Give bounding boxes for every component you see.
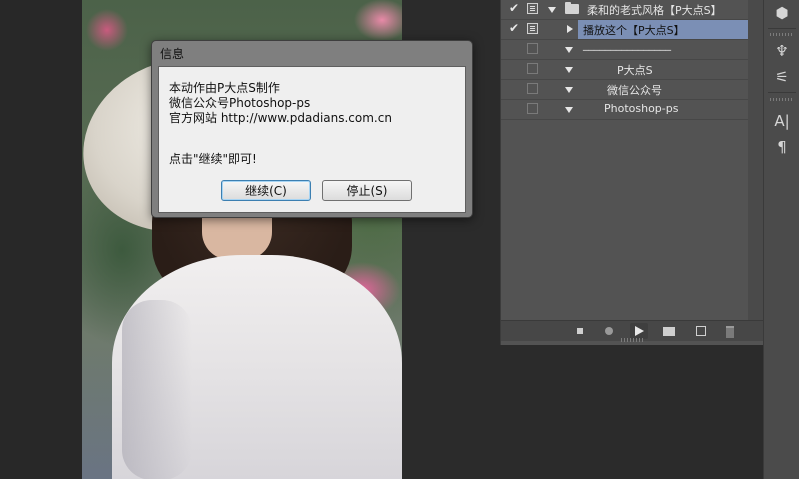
action-step-label: ________________	[583, 38, 671, 51]
dialog-toggle[interactable]	[527, 43, 538, 54]
play-icon	[635, 326, 644, 336]
new-set-button[interactable]	[660, 323, 678, 339]
photo-dress-shadow	[122, 300, 192, 479]
action-enabled-check[interactable]: ✔	[506, 1, 522, 15]
expand-arrow-icon[interactable]	[565, 107, 573, 113]
message-prompt: 点击"继续"即可!	[169, 152, 257, 166]
toolbar-divider	[768, 92, 796, 93]
collapse-arrow-icon[interactable]	[567, 25, 573, 33]
canvas-background	[0, 0, 82, 479]
delete-button[interactable]	[721, 323, 739, 339]
action-step-label: 微信公众号	[607, 84, 662, 97]
dialog-body: 本动作由P大点S制作 微信公众号Photoshop-ps 官方网站 http:/…	[158, 66, 466, 213]
folder-icon	[663, 327, 675, 336]
toolbar-grip[interactable]	[770, 33, 794, 36]
toolbar-grip[interactable]	[770, 98, 794, 101]
record-button[interactable]	[601, 323, 619, 339]
action-step-row[interactable]: P大点S	[501, 60, 748, 80]
paragraph-icon[interactable]: ¶	[770, 136, 794, 158]
dialog-titlebar[interactable]: 信息	[152, 41, 472, 65]
message-line: 官方网站 http://www.pdadians.com.cn	[169, 111, 392, 125]
action-step-row[interactable]: 微信公众号	[501, 80, 748, 100]
dialog-toggle[interactable]	[527, 3, 538, 14]
dialog-toggle[interactable]	[527, 23, 538, 34]
action-step-label: Photoshop-ps	[604, 102, 679, 115]
toolbar-divider	[768, 28, 796, 29]
actions-panel: ✔ 柔和的老式风格【P大点S】 ✔ 播放这个【P大点S】 ___________…	[500, 0, 764, 345]
record-icon	[605, 327, 613, 335]
action-enabled-check[interactable]: ✔	[506, 21, 522, 35]
expand-arrow-icon[interactable]	[548, 7, 556, 13]
action-step-row[interactable]: Photoshop-ps	[501, 100, 748, 120]
right-toolbar: ⬢ ♆ ⚟ A| ¶	[763, 0, 799, 479]
info-dialog: 信息 本动作由P大点S制作 微信公众号Photoshop-ps 官方网站 htt…	[151, 40, 473, 218]
stop-icon	[577, 328, 583, 334]
panel-scrollbar[interactable]	[748, 0, 764, 320]
trash-icon	[726, 326, 734, 338]
folder-icon	[565, 2, 579, 14]
stop-button[interactable]	[572, 323, 590, 339]
expand-arrow-icon[interactable]	[565, 87, 573, 93]
continue-button[interactable]: 继续(C)	[221, 180, 311, 201]
adjust-icon[interactable]: ⚟	[770, 66, 794, 88]
dialog-toggle[interactable]	[527, 83, 538, 94]
action-row-selected[interactable]: ✔ 播放这个【P大点S】	[501, 20, 748, 40]
panel-resize-grip[interactable]	[621, 338, 645, 342]
3d-cube-icon[interactable]: ⬢	[770, 2, 794, 24]
brush-icon[interactable]: ♆	[770, 40, 794, 62]
dialog-toggle[interactable]	[527, 103, 538, 114]
dialog-title: 信息	[160, 47, 185, 61]
expand-arrow-icon[interactable]	[565, 67, 573, 73]
new-action-button[interactable]	[692, 323, 710, 339]
dialog-toggle[interactable]	[527, 63, 538, 74]
character-icon[interactable]: A|	[770, 110, 794, 132]
action-step-row[interactable]: ________________	[501, 38, 748, 60]
action-set-label: 柔和的老式风格【P大点S】	[587, 4, 722, 17]
play-button[interactable]	[630, 323, 648, 339]
stop-button[interactable]: 停止(S)	[322, 180, 412, 201]
action-set-row[interactable]: ✔ 柔和的老式风格【P大点S】	[501, 0, 748, 20]
action-label: 播放这个【P大点S】	[583, 24, 685, 37]
expand-arrow-icon[interactable]	[565, 47, 573, 53]
action-step-label: P大点S	[617, 64, 653, 77]
new-action-icon	[696, 326, 706, 336]
